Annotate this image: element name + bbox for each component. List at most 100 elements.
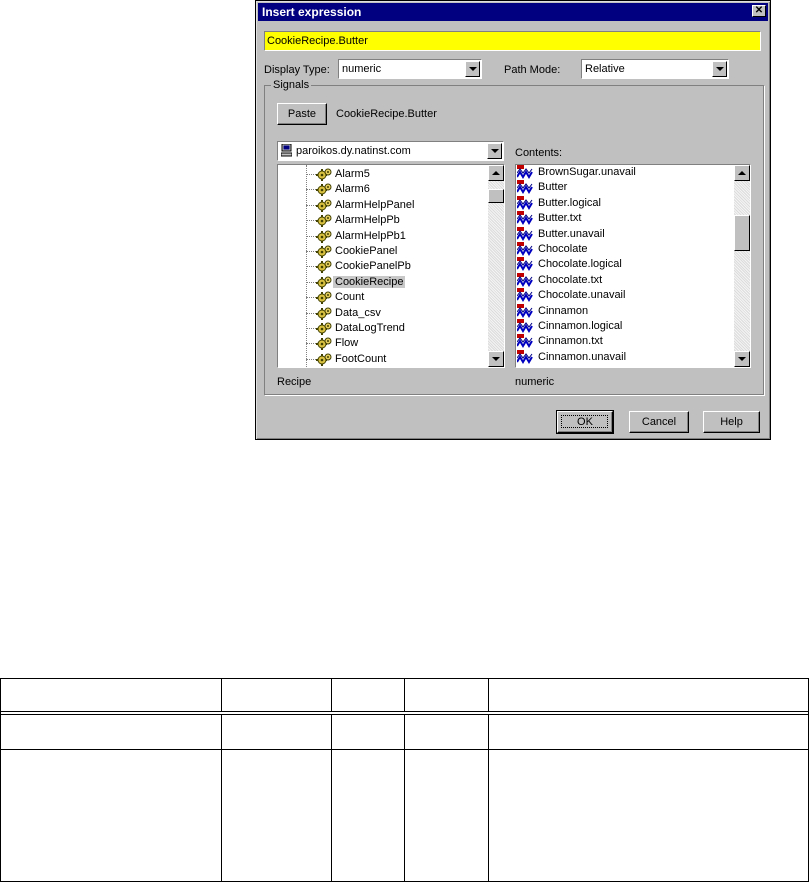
table-cell — [331, 678, 405, 712]
close-icon: ✕ — [754, 5, 764, 16]
tree-scroll-down-button[interactable] — [488, 351, 504, 367]
table-cell — [221, 714, 332, 750]
tree-item-label: CookiePanel — [335, 245, 398, 257]
tree-item-label: Count — [335, 291, 365, 304]
path-mode-value: Relative — [585, 63, 625, 75]
dialog-title: Insert expression — [262, 5, 362, 19]
signal-icon — [517, 257, 533, 273]
contents-item-label: Cinnamon.logical — [538, 320, 623, 332]
contents-scroll-up-button[interactable] — [734, 165, 750, 181]
table-cell — [331, 749, 405, 882]
contents-item[interactable]: Butter.logical — [516, 195, 734, 211]
contents-item-label: Chocolate.unavail — [538, 289, 626, 302]
signals-group-label: Signals — [271, 79, 312, 91]
path-mode-select[interactable]: Relative — [581, 59, 729, 79]
computer-select[interactable]: paroikos.dy.natinst.com — [277, 141, 504, 161]
empty-table — [0, 678, 809, 882]
tree-item-label: Alarm6 — [335, 183, 370, 196]
signal-icon — [517, 334, 533, 350]
table-cell — [221, 749, 332, 882]
gear-icon — [316, 230, 332, 243]
table-cell — [0, 678, 222, 712]
contents-item-label: BrownSugar.unavail — [538, 166, 636, 178]
tree-item-label: CookiePanelPb — [335, 260, 411, 273]
tree-item[interactable]: FootCount — [278, 352, 488, 367]
contents-item[interactable]: Chocolate.txt — [516, 272, 734, 288]
gear-icon — [316, 276, 332, 289]
signal-icon — [517, 211, 533, 227]
contents-item[interactable]: Cinnamon.logical — [516, 319, 734, 334]
contents-item[interactable]: Cinnamon — [516, 303, 734, 319]
tree-item[interactable]: CookiePanelPb — [278, 259, 488, 274]
ok-label: OK — [577, 416, 593, 428]
tree-item[interactable]: Flow — [278, 336, 488, 351]
signal-icon — [517, 180, 533, 196]
contents-item[interactable]: Butter — [516, 180, 734, 196]
tree-item[interactable]: Count — [278, 290, 488, 305]
contents-scroll-down-button[interactable] — [734, 351, 750, 367]
contents-item-label: Cinnamon.unavail — [538, 350, 627, 363]
gear-icon — [316, 183, 332, 197]
tree-item[interactable]: CookiePanel — [278, 244, 488, 259]
tree-item-label: FootCount — [335, 352, 387, 365]
gear-icon — [316, 337, 332, 351]
contents-scrollbar[interactable] — [734, 165, 750, 367]
tree-item-label: Flow — [335, 337, 359, 350]
contents-item-label: Cinnamon.txt — [538, 335, 603, 348]
cancel-button[interactable]: Cancel — [629, 411, 689, 433]
path-mode-dropdown-button[interactable] — [712, 61, 727, 77]
close-button[interactable]: ✕ — [752, 5, 766, 17]
contents-item[interactable]: Cinnamon.unavail — [516, 349, 734, 365]
computer-dropdown-button[interactable] — [487, 143, 502, 159]
display-type-dropdown-button[interactable] — [465, 61, 480, 77]
contents-item[interactable]: BrownSugar.unavail — [516, 165, 734, 180]
contents-label: Contents: — [515, 147, 563, 159]
title-bar[interactable]: Insert expression ✕ — [258, 3, 768, 21]
tree-scroll-up-button[interactable] — [488, 165, 504, 181]
tree-item-label: AlarmHelpPb — [335, 214, 400, 227]
path-mode-label: Path Mode: — [504, 64, 561, 76]
tree-item[interactable]: Alarm6 — [278, 182, 488, 197]
display-type-select[interactable]: numeric — [338, 59, 482, 79]
contents-item[interactable]: Chocolate.unavail — [516, 288, 734, 304]
tree-item-label: Alarm5 — [335, 168, 370, 180]
contents-item[interactable]: Chocolate.logical — [516, 257, 734, 273]
contents-item[interactable]: Chocolate — [516, 242, 734, 257]
contents-item-label: Butter.txt — [538, 212, 582, 225]
table-cell — [488, 678, 809, 712]
contents-item-label: Cinnamon — [538, 304, 589, 317]
tree-item[interactable]: CookieRecipe — [278, 275, 488, 290]
help-button[interactable]: Help — [703, 411, 760, 433]
tree-item-label: AlarmHelpPanel — [335, 198, 415, 211]
contents-item-label: Chocolate.txt — [538, 273, 603, 286]
signal-icon — [517, 195, 533, 211]
paste-button[interactable]: Paste — [277, 103, 327, 125]
contents-status-text: numeric — [515, 376, 555, 388]
contents-scroll-thumb[interactable] — [734, 215, 750, 251]
signal-icon — [517, 165, 533, 180]
tree-item[interactable]: DataLogTrend — [278, 321, 488, 336]
tree-item-label: CookieRecipe — [333, 275, 406, 288]
contents-item[interactable]: Cinnamon.txt — [516, 334, 734, 350]
gear-icon — [316, 291, 332, 305]
signals-tree[interactable]: Alarm5 Alarm6 AlarmHelpPanel AlarmHelpPb Ala… — [277, 164, 505, 368]
tree-scrollbar[interactable] — [488, 165, 504, 367]
tree-item[interactable]: Data_csv — [278, 306, 488, 321]
ok-button[interactable]: OK — [556, 410, 614, 434]
tree-item[interactable]: AlarmHelpPb1 — [278, 229, 488, 244]
paste-path-text: CookieRecipe.Butter — [336, 108, 437, 120]
tree-item-label: AlarmHelpPb1 — [335, 229, 406, 242]
signal-icon — [517, 303, 533, 319]
tree-item[interactable]: AlarmHelpPb — [278, 213, 488, 228]
tree-item[interactable]: AlarmHelpPanel — [278, 198, 488, 213]
gear-icon — [316, 307, 332, 320]
contents-item[interactable]: Butter.unavail — [516, 226, 734, 242]
tree-scroll-thumb[interactable] — [488, 189, 504, 203]
signal-icon — [517, 349, 533, 365]
expression-field[interactable]: CookieRecipe.Butter — [264, 31, 761, 51]
table-cell — [488, 714, 809, 750]
contents-item[interactable]: Butter.txt — [516, 211, 734, 227]
signal-icon — [517, 272, 533, 288]
contents-list[interactable]: BrownSugar.unavail Butter Butter.logical Bu… — [515, 164, 751, 368]
tree-item[interactable]: Alarm5 — [278, 167, 488, 182]
